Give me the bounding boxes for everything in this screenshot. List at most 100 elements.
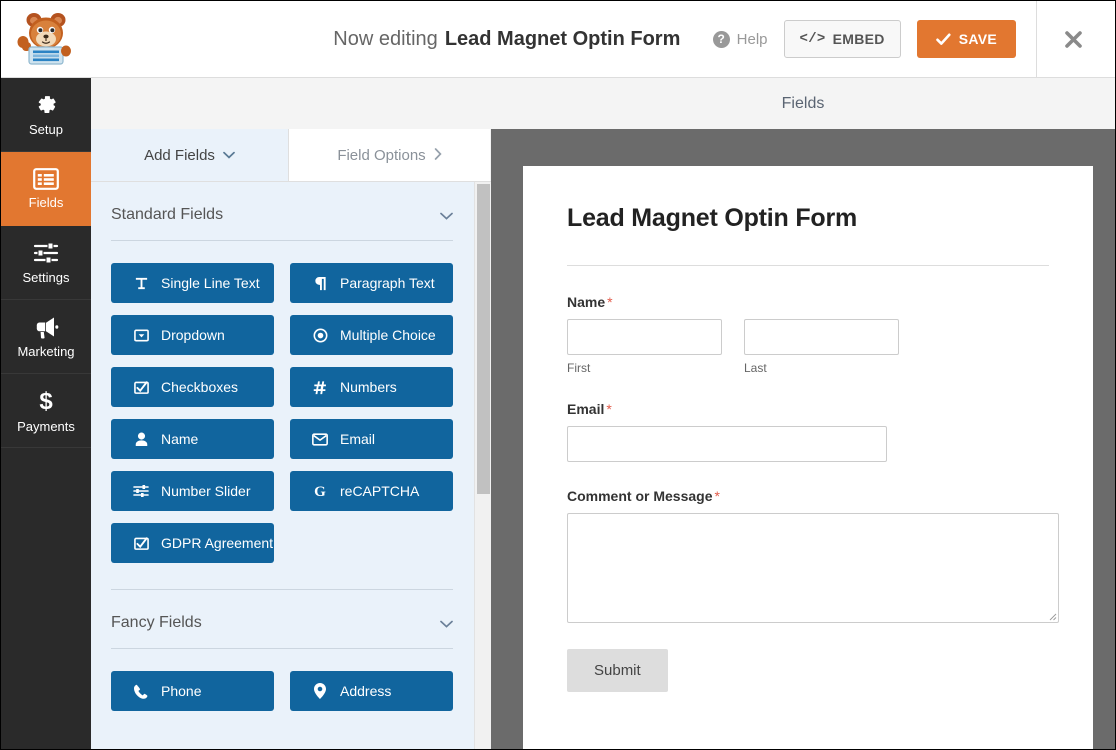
- help-button[interactable]: ? Help: [713, 31, 768, 48]
- field-label: Comment or Message*: [567, 488, 1049, 504]
- gear-icon: [34, 92, 59, 117]
- preview-field-comment[interactable]: Comment or Message*: [567, 488, 1049, 623]
- wpforms-bear-logo: [1, 1, 91, 78]
- sidebar-item-label: Settings: [23, 270, 70, 285]
- sidebar-item-setup[interactable]: Setup: [1, 78, 91, 152]
- field-button-dropdown[interactable]: Dropdown: [111, 315, 274, 355]
- checkbox-icon: [133, 536, 149, 551]
- sidebar-item-label: Payments: [17, 419, 75, 434]
- wpforms-bear-logo-icon: [14, 9, 78, 69]
- submit-button[interactable]: Submit: [567, 649, 668, 692]
- name-last-sublabel: Last: [744, 361, 899, 375]
- check-icon: [936, 33, 951, 46]
- field-label: Email*: [567, 401, 1049, 417]
- fancy-fields-grid: Phone Address: [111, 671, 453, 711]
- field-button-address[interactable]: Address: [290, 671, 453, 711]
- close-icon: [1063, 29, 1084, 50]
- field-button-number-slider[interactable]: Number Slider: [111, 471, 274, 511]
- field-button-name[interactable]: Name: [111, 419, 274, 459]
- field-button-label: reCAPTCHA: [340, 483, 419, 499]
- sidebar-item-label: Marketing: [17, 344, 74, 359]
- phone-icon: [133, 684, 149, 699]
- text-cursor-icon: [133, 276, 149, 291]
- name-last-subfield: Last: [744, 319, 899, 375]
- builder-header: Now editing Lead Magnet Optin Form ? Hel…: [1, 1, 1115, 78]
- field-button-single-line-text[interactable]: Single Line Text: [111, 263, 274, 303]
- required-marker: *: [606, 401, 611, 417]
- standard-fields-grid: Single Line Text Paragraph Text: [111, 263, 453, 563]
- field-button-multiple-choice[interactable]: Multiple Choice: [290, 315, 453, 355]
- code-icon: </>: [800, 31, 826, 47]
- google-g-icon: G: [312, 483, 328, 499]
- fields-heading: Fields: [782, 95, 825, 113]
- form-preview-card: Lead Magnet Optin Form Name* First Last: [523, 166, 1093, 750]
- name-first-input[interactable]: [567, 319, 722, 355]
- save-label: SAVE: [959, 31, 997, 47]
- name-last-input[interactable]: [744, 319, 899, 355]
- sidebar-item-label: Setup: [29, 122, 63, 137]
- form-preview-area: Lead Magnet Optin Form Name* First Last: [491, 129, 1115, 750]
- group-header-standard-fields[interactable]: Standard Fields: [111, 182, 453, 241]
- panel-scrollbar[interactable]: [474, 182, 491, 750]
- map-pin-icon: [312, 683, 328, 699]
- chevron-down-icon: [223, 148, 235, 162]
- sidebar-item-settings[interactable]: Settings: [1, 226, 91, 300]
- sidebar-item-fields[interactable]: Fields: [1, 152, 91, 226]
- field-button-numbers[interactable]: Numbers: [290, 367, 453, 407]
- comment-textarea[interactable]: [567, 513, 1059, 623]
- tab-add-fields[interactable]: Add Fields: [91, 129, 289, 181]
- tab-field-options[interactable]: Field Options: [289, 129, 490, 181]
- tab-field-options-label: Field Options: [337, 147, 425, 164]
- sidebar-item-payments[interactable]: $ Payments: [1, 374, 91, 448]
- field-button-recaptcha[interactable]: G reCAPTCHA: [290, 471, 453, 511]
- field-button-label: Multiple Choice: [340, 327, 436, 343]
- preview-field-name[interactable]: Name* First Last: [567, 294, 1049, 375]
- chevron-down-icon: [440, 616, 453, 631]
- field-label: Name*: [567, 294, 1049, 310]
- header-title-group: Now editing Lead Magnet Optin Form: [91, 28, 713, 51]
- field-button-email[interactable]: Email: [290, 419, 453, 459]
- user-icon: [133, 432, 149, 447]
- panel-scrollbar-thumb[interactable]: [477, 184, 490, 494]
- group-header-fancy-fields[interactable]: Fancy Fields: [111, 590, 453, 649]
- name-first-subfield: First: [567, 319, 722, 375]
- title-divider: [567, 265, 1049, 266]
- comment-textarea-wrap: [567, 513, 1059, 623]
- field-button-label: Dropdown: [161, 327, 225, 343]
- chevron-down-icon: [440, 208, 453, 223]
- panel-tabs: Add Fields Field Options: [91, 129, 491, 182]
- help-label: Help: [737, 31, 768, 48]
- field-button-paragraph-text[interactable]: Paragraph Text: [290, 263, 453, 303]
- field-button-label: Numbers: [340, 379, 397, 395]
- chevron-right-icon: [434, 148, 442, 163]
- close-button[interactable]: [1053, 1, 1093, 78]
- radio-icon: [312, 328, 328, 343]
- field-button-gdpr-agreement[interactable]: GDPR Agreement: [111, 523, 274, 563]
- group-title: Standard Fields: [111, 206, 223, 224]
- field-button-phone[interactable]: Phone: [111, 671, 274, 711]
- pilcrow-icon: [312, 276, 328, 291]
- panel-top-strip: [91, 78, 491, 129]
- field-button-checkboxes[interactable]: Checkboxes: [111, 367, 274, 407]
- field-button-label: Paragraph Text: [340, 275, 435, 291]
- preview-field-email[interactable]: Email*: [567, 401, 1049, 462]
- list-icon: [33, 168, 59, 190]
- hash-icon: [312, 380, 328, 395]
- field-button-label: Checkboxes: [161, 379, 238, 395]
- envelope-icon: [312, 433, 328, 446]
- embed-button[interactable]: </> EMBED: [784, 20, 901, 58]
- field-button-label: Number Slider: [161, 483, 250, 499]
- email-input[interactable]: [567, 426, 887, 462]
- save-button[interactable]: SAVE: [917, 20, 1016, 58]
- preview-section-header: Fields: [491, 78, 1115, 129]
- group-title: Fancy Fields: [111, 614, 202, 632]
- header-actions: ? Help </> EMBED SAVE: [713, 1, 1115, 78]
- builder-sidebar: Setup Fields: [1, 78, 91, 750]
- field-button-label: Email: [340, 431, 375, 447]
- panel-scroll-content: Standard Fields: [91, 182, 473, 750]
- name-first-sublabel: First: [567, 361, 722, 375]
- required-marker: *: [714, 488, 719, 504]
- embed-label: EMBED: [833, 31, 885, 47]
- sidebar-item-marketing[interactable]: Marketing: [1, 300, 91, 374]
- field-button-label: GDPR Agreement: [161, 535, 273, 551]
